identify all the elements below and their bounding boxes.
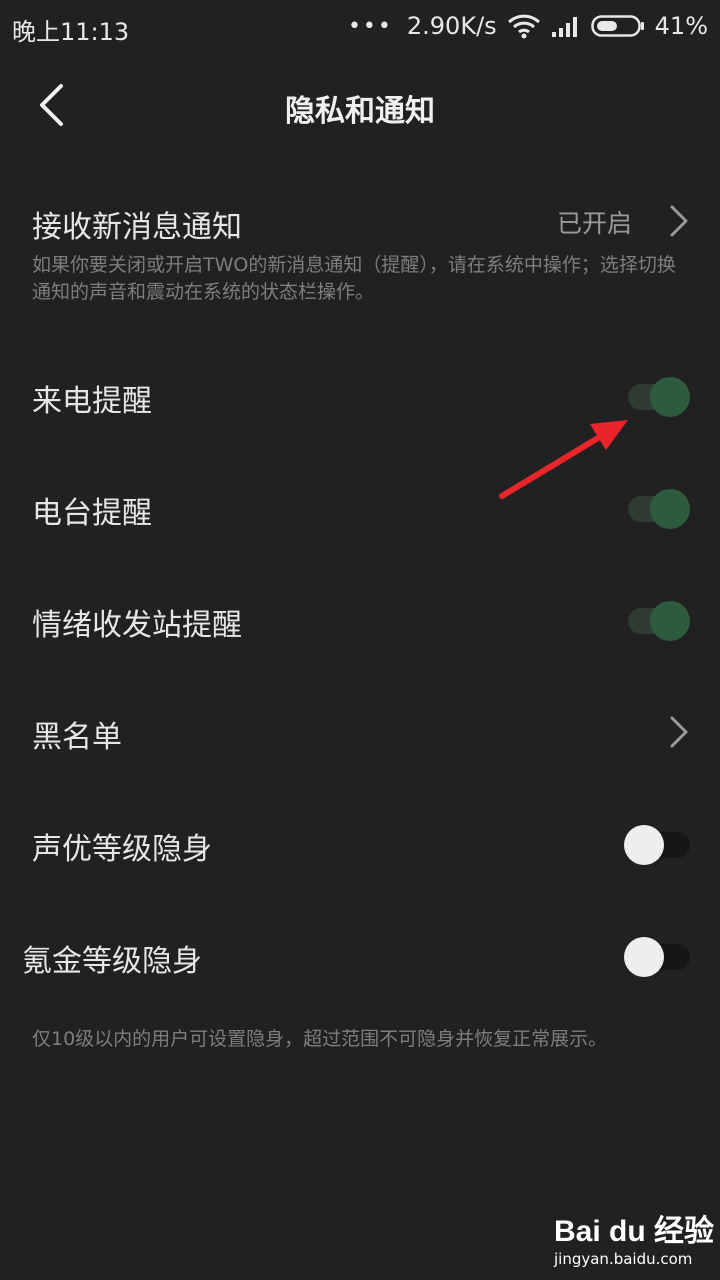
setting-label: 接收新消息通知 [32, 210, 242, 245]
setting-label: 电台提醒 [32, 496, 152, 531]
mood-reminder-toggle[interactable] [624, 600, 690, 641]
battery-icon [590, 14, 645, 38]
chevron-right-icon [670, 716, 688, 748]
setting-krypton-level-hide: 氪金等级隐身 [0, 930, 720, 982]
signal-icon [551, 14, 581, 38]
setting-label: 声优等级隐身 [32, 832, 212, 867]
header-bar: 隐私和通知 [0, 60, 720, 150]
toggle-knob [650, 601, 690, 641]
setting-label: 黑名单 [32, 720, 122, 755]
setting-label: 情绪收发站提醒 [32, 608, 242, 643]
status-right: ••• 2.90K/s 41% [348, 10, 708, 42]
watermark-url: jingyan.baidu.com [554, 1250, 693, 1268]
setting-label: 来电提醒 [32, 384, 152, 419]
watermark-logo: Bai du 经验 [554, 1215, 715, 1248]
setting-mood-station-reminder: 情绪收发站提醒 [0, 594, 720, 646]
footer-note: 仅10级以内的用户可设置隐身，超过范围不可隐身并恢复正常展示。 [32, 1028, 608, 1050]
more-dots: ••• [347, 13, 393, 39]
setting-value: 已开启 [556, 209, 632, 238]
toggle-knob [624, 825, 664, 865]
wifi-icon [507, 13, 541, 39]
toggle-knob [650, 377, 690, 417]
battery-percent: 41% [654, 12, 708, 40]
toggle-knob [624, 937, 664, 977]
annotation-arrow-icon [499, 420, 628, 499]
page-title: 隐私和通知 [285, 94, 435, 129]
setting-voice-level-hide: 声优等级隐身 [0, 818, 720, 870]
network-speed: 2.90K/s [406, 12, 497, 40]
setting-new-message-notification[interactable]: 接收新消息通知 已开启 如果你要关闭或开启TWO的新消息通知（提醒），请在系统中… [0, 190, 720, 320]
setting-label: 氪金等级隐身 [22, 944, 202, 979]
status-bar: 晚上11:13 ••• 2.90K/s 41% [0, 0, 720, 52]
toggle-knob [650, 489, 690, 529]
setting-blacklist[interactable]: 黑名单 [0, 706, 720, 758]
chevron-right-icon [670, 205, 688, 237]
krypton-level-hide-toggle[interactable] [624, 936, 690, 977]
voice-level-hide-toggle[interactable] [624, 824, 690, 865]
setting-description: 如果你要关闭或开启TWO的新消息通知（提醒），请在系统中操作；选择切换通知的声音… [32, 254, 676, 303]
baidu-jingyan-watermark: Bai du 经验 jingyan.baidu.com [554, 1206, 715, 1268]
status-time: 晚上11:13 [12, 18, 130, 46]
